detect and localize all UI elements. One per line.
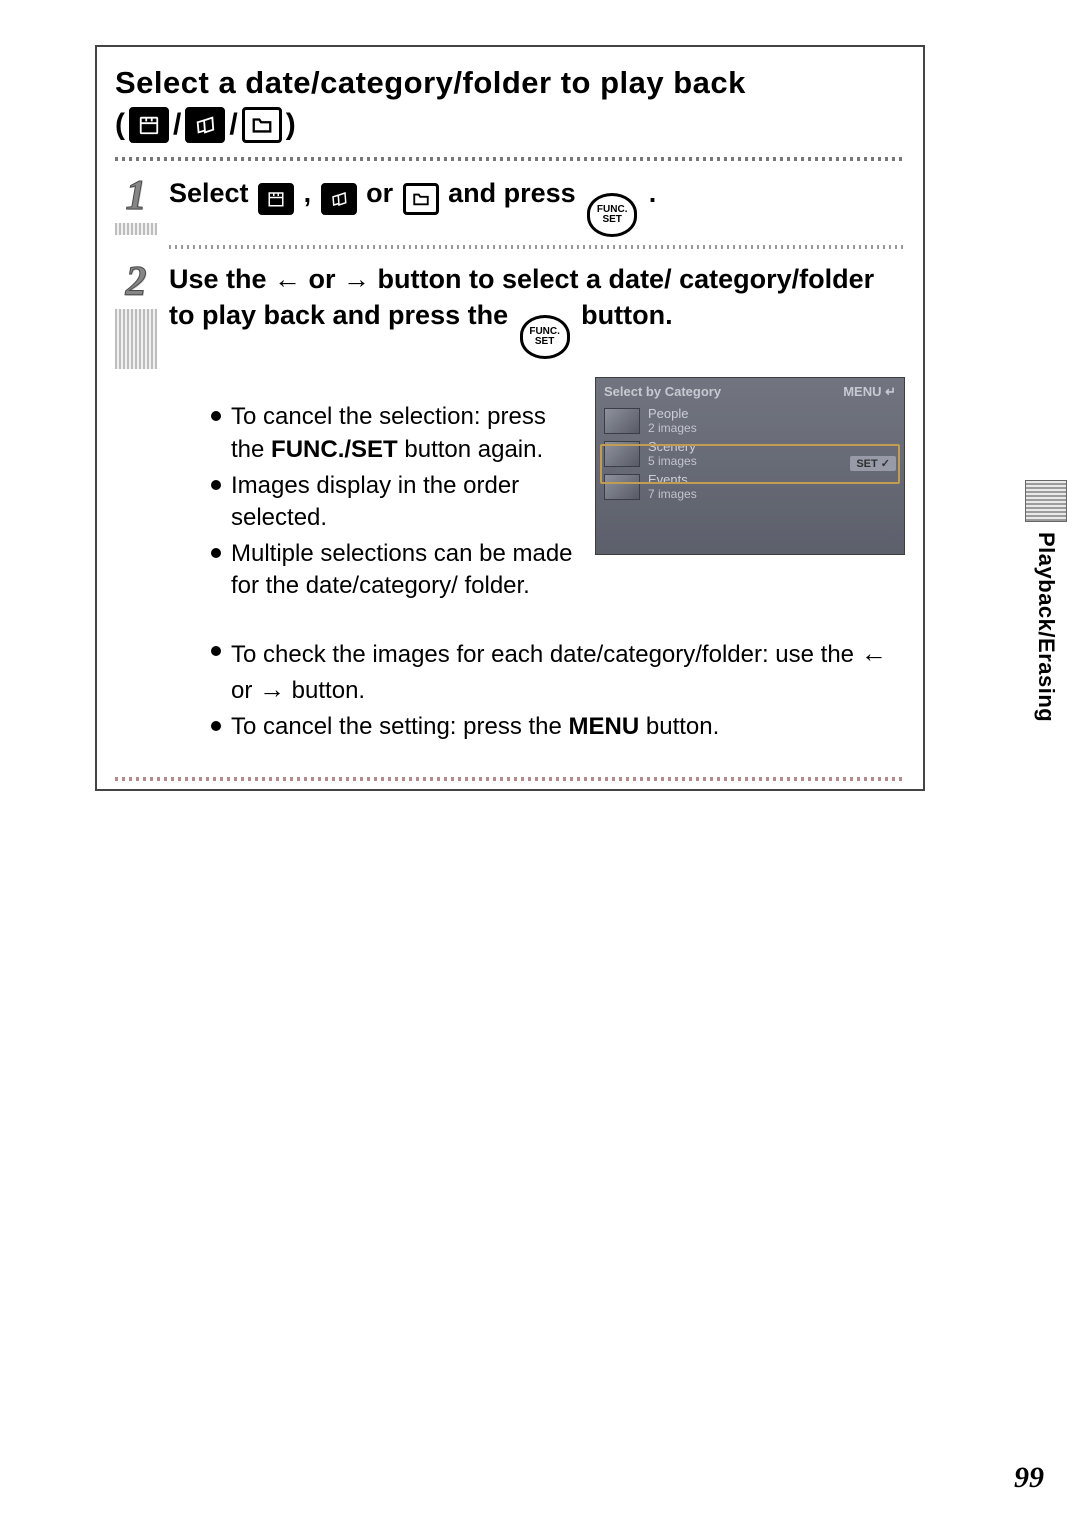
row-category: Events [648, 472, 697, 487]
t: To cancel the setting: press the [231, 713, 569, 740]
page-number: 99 [1014, 1461, 1044, 1495]
screen-menu: MENU ↵ [843, 384, 896, 400]
row-count: 7 images [648, 487, 697, 501]
thumbnail [604, 408, 640, 434]
t: To check the images for each date/catego… [231, 641, 861, 668]
bullet-item: To cancel the setting: press the MENU bu… [209, 711, 905, 743]
t: or [366, 178, 401, 208]
date-icon [129, 107, 169, 143]
bullet-list-a: To cancel the selection: press the FUNC.… [169, 401, 581, 606]
instruction-panel: Select a date/category/folder to play ba… [95, 45, 925, 791]
t: button. [285, 677, 365, 704]
t: and press [448, 178, 583, 208]
func-set-button-icon: FUNC.SET [520, 315, 570, 359]
t: Select [169, 178, 256, 208]
page-title: Select a date/category/folder to play ba… [115, 65, 905, 101]
divider [115, 157, 905, 161]
left-arrow-icon: ← [861, 638, 887, 668]
thumbnail [604, 441, 640, 467]
sep: / [229, 108, 237, 142]
step-1-text: Select , or and press FUNC.SET . [169, 175, 905, 237]
camera-screen-preview: Select by Category MENU ↵ People 2 image… [595, 377, 905, 555]
t: . [649, 178, 657, 208]
step-number: 2 [126, 261, 147, 303]
t: Multiple selections can be made for the … [231, 540, 573, 599]
t: button again. [398, 436, 543, 463]
category-icon [185, 107, 225, 143]
step-2: 2 Use the ← or → button to select a date… [115, 255, 905, 769]
title-icon-row: ( / / ) [115, 107, 905, 143]
t: Images display in the order selected. [231, 472, 519, 531]
bullet-item: Multiple selections can be made for the … [209, 538, 581, 602]
thumbnail [604, 474, 640, 500]
t: button. [639, 713, 719, 740]
bold: FUNC./SET [271, 436, 398, 463]
paren-close: ) [286, 108, 296, 142]
bold: MENU [569, 713, 640, 740]
date-icon [258, 183, 294, 215]
func-bot: SET [535, 336, 554, 347]
row-category: Scenery [648, 439, 697, 454]
step-1: 1 Select , or and press FUNC.SET [115, 169, 905, 239]
bullet-item: Images display in the order selected. [209, 470, 581, 534]
right-arrow-icon: → [259, 674, 285, 704]
step-number: 1 [126, 175, 147, 217]
t: or [231, 677, 259, 704]
divider [115, 777, 905, 781]
screen-row: Events 7 images [604, 470, 896, 503]
bullet-item: To check the images for each date/catego… [209, 636, 905, 706]
playback-mode-icon [1025, 480, 1067, 522]
category-icon [321, 183, 357, 215]
func-bot: SET [602, 214, 621, 225]
step-gradient [115, 223, 157, 235]
side-tab: Playback/Erasing [1018, 480, 1074, 722]
screen-title: Select by Category [604, 384, 721, 400]
section-label: Playback/Erasing [1033, 532, 1059, 722]
divider [169, 245, 905, 249]
row-count: 2 images [648, 421, 697, 435]
bullet-item: To cancel the selection: press the FUNC.… [209, 401, 581, 465]
t: , [304, 178, 319, 208]
step-2-text: Use the ← or → button to select a date/ … [169, 261, 905, 359]
func-set-button-icon: FUNC.SET [587, 193, 637, 237]
paren-open: ( [115, 108, 125, 142]
manual-page: Select a date/category/folder to play ba… [0, 0, 1080, 1523]
sep: / [173, 108, 181, 142]
step-gradient [115, 309, 157, 369]
t: button. [581, 300, 672, 330]
folder-icon [403, 183, 439, 215]
set-badge: SET ✓ [850, 456, 896, 471]
screen-row: People 2 images [604, 404, 896, 437]
folder-icon [242, 107, 282, 143]
row-count: 5 images [648, 454, 697, 468]
row-category: People [648, 406, 697, 421]
bullet-list-b: To check the images for each date/catego… [169, 636, 905, 742]
t: Use the ← or → button to select a date/ … [169, 264, 874, 330]
